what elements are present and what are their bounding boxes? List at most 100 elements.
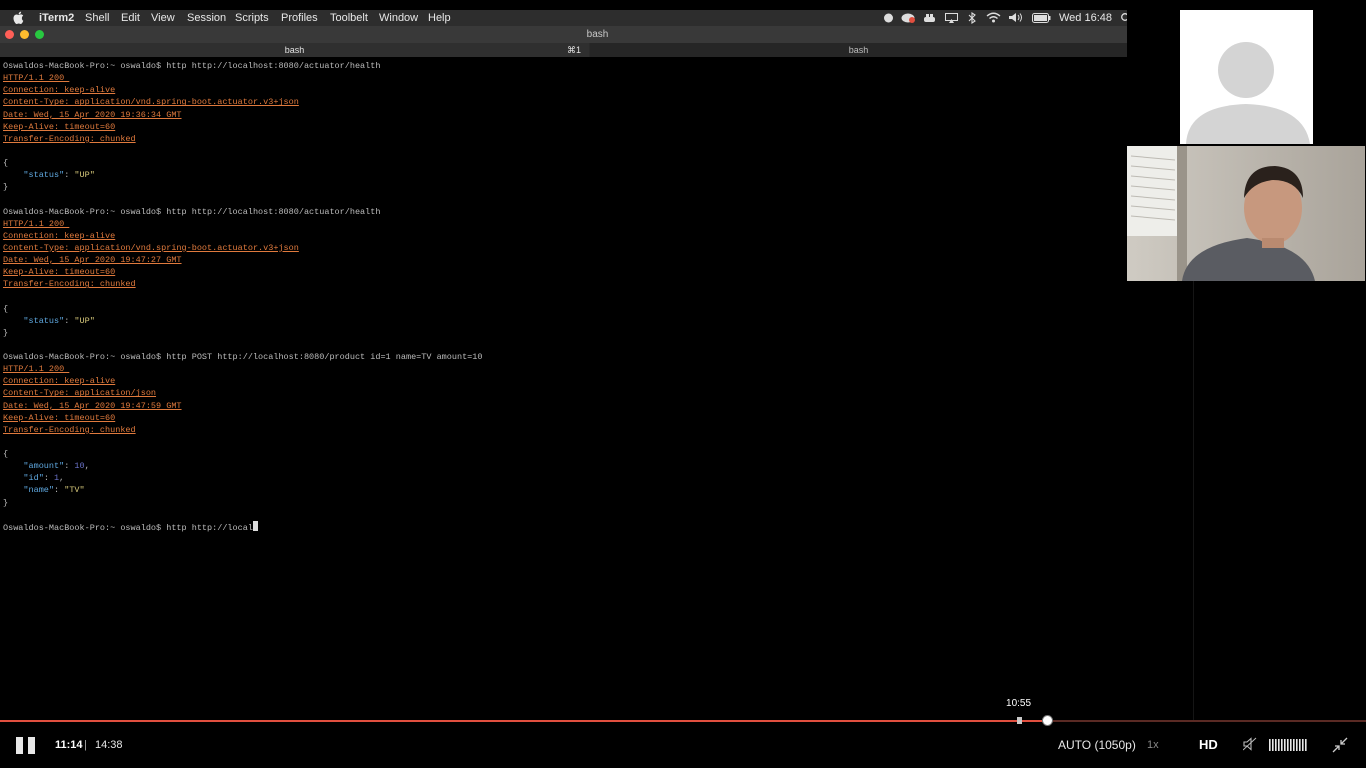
terminal-line: HTTP/1.1 200 (3, 218, 1123, 230)
tab-label: bash (284, 45, 305, 55)
progress-hover-time: 10:55 (1006, 698, 1032, 709)
tab-shortcut: ⌘1 (566, 45, 581, 55)
terminal-line: HTTP/1.1 200 (3, 363, 1123, 375)
terminal-output[interactable]: Oswaldos-MacBook-Pro:~ oswaldo$ http htt… (3, 60, 1123, 700)
terminal-line: Content-Type: application/json (3, 387, 1123, 399)
terminal-text-segment: , (84, 461, 90, 472)
search-icon[interactable] (1120, 13, 1129, 27)
duration: 14:38 (95, 739, 123, 751)
terminal-line: Oswaldos-MacBook-Pro:~ oswaldo$ http htt… (3, 206, 1123, 218)
menu-toolbelt[interactable]: Toolbelt (330, 11, 368, 25)
terminal-line: } (3, 497, 1123, 509)
terminal-line: "id": 1, (3, 472, 1123, 484)
menu-scripts[interactable]: Scripts (235, 11, 269, 25)
terminal-line: Connection: keep-alive (3, 230, 1123, 242)
terminal-line: { (3, 157, 1123, 169)
pause-icon (16, 737, 35, 754)
current-time: 11:14 (55, 739, 83, 751)
volume-mute-icon[interactable] (1242, 737, 1257, 756)
menu-shell[interactable]: Shell (85, 11, 109, 25)
menu-window[interactable]: Window (379, 11, 418, 25)
menu-app-name[interactable]: iTerm2 (39, 11, 74, 25)
macos-menu-bar: iTerm2 Shell Edit View Session Scripts P… (0, 10, 1129, 27)
docker-icon[interactable] (923, 13, 937, 27)
terminal-text-segment: { (3, 158, 9, 168)
terminal-line: HTTP/1.1 200 (3, 72, 1123, 84)
terminal-line: Oswaldos-MacBook-Pro:~ oswaldo$ http htt… (3, 60, 1123, 72)
terminal-line: Oswaldos-MacBook-Pro:~ oswaldo$ http POS… (3, 351, 1123, 363)
terminal-text-segment: Oswaldos-MacBook-Pro:~ oswaldo$ http POS… (3, 352, 483, 362)
airplay-icon[interactable] (945, 13, 958, 27)
terminal-line: Oswaldos-MacBook-Pro:~ oswaldo$ http htt… (3, 520, 1123, 533)
playback-speed-button[interactable]: 1x (1147, 739, 1159, 751)
tab-bash-1[interactable]: bash ⌘1 (0, 43, 589, 57)
terminal-text-segment: Oswaldos-MacBook-Pro:~ oswaldo$ http htt… (3, 61, 381, 71)
terminal-line: Transfer-Encoding: chunked (3, 133, 1123, 145)
terminal-line: "amount": 10, (3, 460, 1123, 472)
menu-session[interactable]: Session (187, 11, 226, 25)
panel-divider (1193, 281, 1194, 721)
volume-slider[interactable] (1269, 738, 1309, 756)
terminal-text-segment: } (3, 327, 9, 338)
terminal-text-segment: "status" (23, 315, 65, 326)
terminal-text-segment: "amount" (23, 461, 65, 472)
terminal-text-segment: Content-Type: application/json (3, 388, 157, 399)
exit-fullscreen-icon[interactable] (1332, 737, 1348, 758)
hd-toggle[interactable]: HD (1199, 737, 1218, 752)
time-separator: | (84, 739, 87, 751)
menu-edit[interactable]: Edit (121, 11, 140, 25)
quality-selector[interactable]: AUTO (1050p) (1058, 738, 1136, 752)
terminal-text-segment: "name" (23, 485, 55, 496)
creative-cloud-icon[interactable] (901, 13, 915, 27)
terminal-text-segment: Oswaldos-MacBook-Pro:~ oswaldo$ http htt… (3, 522, 253, 533)
terminal-line: "name": "TV" (3, 484, 1123, 496)
terminal-line: Date: Wed, 15 Apr 2020 19:47:27 GMT (3, 254, 1123, 266)
tab-bash-2[interactable]: bash (590, 43, 1127, 57)
menu-help[interactable]: Help (428, 11, 451, 25)
progress-fill (0, 720, 1048, 722)
menu-view[interactable]: View (151, 11, 175, 25)
terminal-line: Content-Type: application/vnd.spring-boo… (3, 242, 1123, 254)
wifi-icon[interactable] (986, 12, 1001, 27)
volume-icon[interactable] (1008, 12, 1024, 27)
terminal-line: } (3, 327, 1123, 339)
terminal-text-segment: Keep-Alive: timeout=60 (3, 267, 116, 278)
terminal-text-segment: "UP" (74, 170, 95, 181)
pause-button[interactable] (16, 737, 36, 759)
progress-scrubber-handle[interactable] (1042, 715, 1054, 726)
terminal-text-segment: : (54, 485, 65, 496)
terminal-line: Keep-Alive: timeout=60 (3, 121, 1123, 133)
terminal-text-segment: Transfer-Encoding: chunked (3, 133, 136, 144)
terminal-text-segment: Connection: keep-alive (3, 230, 116, 241)
cloud-status-icon[interactable] (883, 13, 894, 27)
presenter-webcam-video (1127, 146, 1365, 281)
terminal-text-segment: "status" (23, 170, 65, 181)
terminal-line: Date: Wed, 15 Apr 2020 19:36:34 GMT (3, 109, 1123, 121)
terminal-line: { (3, 303, 1123, 315)
terminal-text-segment: Transfer-Encoding: chunked (3, 424, 136, 435)
terminal-line: Connection: keep-alive (3, 84, 1123, 96)
window-title-bar: bash (0, 26, 1127, 43)
window-title: bash (586, 29, 609, 40)
progress-hover-marker (1016, 717, 1022, 724)
terminal-line: } (3, 181, 1123, 193)
terminal-text-segment: 10 (74, 461, 85, 472)
terminal-text-segment: { (3, 449, 9, 459)
battery-icon[interactable] (1032, 13, 1051, 27)
menu-profiles[interactable]: Profiles (281, 11, 318, 25)
menubar-clock[interactable]: Wed 16:48 (1059, 11, 1112, 25)
terminal-text-segment: "TV" (64, 485, 85, 496)
tab-label: bash (848, 45, 869, 55)
terminal-text-segment: Connection: keep-alive (3, 85, 116, 96)
terminal-text-segment: "id" (23, 473, 44, 484)
terminal-text-segment: HTTP/1.1 200 (3, 73, 70, 84)
